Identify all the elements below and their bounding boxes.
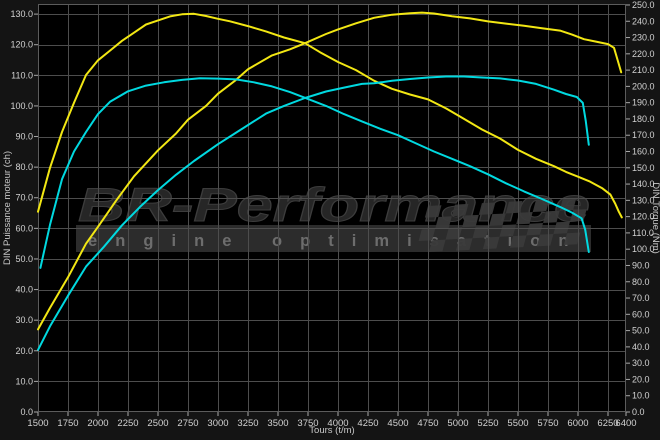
left-axis-title: DIN Puissance moteur (ch)	[2, 151, 13, 265]
left-axis-tick-label: 50.0	[15, 254, 33, 264]
x-axis-tick-label: 4750	[417, 418, 438, 429]
right-axis-tick-label: 150.0	[632, 163, 655, 173]
left-axis-tick-label: 100.0	[10, 101, 33, 111]
right-axis-tick-label: 30.0	[632, 358, 650, 368]
x-axis-tick-label: 2500	[147, 418, 168, 429]
dyno-chart: BR-Performanceengine optimisation0.010.0…	[0, 0, 660, 440]
x-axis-tick-label: 3250	[237, 418, 258, 429]
left-axis-tick-label: 30.0	[15, 315, 33, 325]
x-axis-tick-label: 2250	[117, 418, 138, 429]
x-axis-tick-label: 2750	[177, 418, 198, 429]
x-axis-tick-label: 5000	[447, 418, 468, 429]
dyno-chart-container: BR-Performanceengine optimisation0.010.0…	[0, 0, 660, 440]
left-axis-tick-label: 40.0	[15, 285, 33, 295]
right-axis-tick-label: 40.0	[632, 342, 650, 352]
right-axis-tick-label: 200.0	[632, 81, 655, 91]
left-axis-tick-label: 10.0	[15, 376, 33, 386]
right-axis-tick-label: 210.0	[632, 65, 655, 75]
x-axis-tick-label: 6000	[567, 418, 588, 429]
left-axis-tick-label: 0.0	[20, 407, 33, 417]
right-axis-tick-label: 240.0	[632, 16, 655, 26]
right-axis-tick-label: 230.0	[632, 33, 655, 43]
right-axis-title: DIN Torque (Nm)	[650, 182, 660, 254]
left-axis-tick-label: 60.0	[15, 223, 33, 233]
x-axis-tick-label: 1500	[27, 418, 48, 429]
right-axis-tick-label: 220.0	[632, 49, 655, 59]
left-axis-tick-label: 70.0	[15, 193, 33, 203]
right-axis-tick-label: 250.0	[632, 0, 655, 10]
right-axis-tick-label: 0.0	[632, 407, 645, 417]
x-axis-tick-label: 5250	[477, 418, 498, 429]
left-axis-tick-label: 110.0	[11, 70, 33, 80]
x-axis-tick-label: 4500	[387, 418, 408, 429]
x-axis-tick-label: 5750	[537, 418, 558, 429]
x-axis-tick-label: 6400	[615, 418, 636, 429]
x-axis-tick-label: 2000	[87, 418, 108, 429]
right-axis-tick-label: 80.0	[632, 277, 650, 287]
left-axis-tick-label: 130.0	[10, 9, 33, 19]
x-axis-title: Tours (t/m)	[309, 425, 354, 436]
x-axis-tick-label: 5500	[507, 418, 528, 429]
right-axis-tick-label: 50.0	[632, 326, 650, 336]
right-axis-tick-label: 60.0	[632, 309, 650, 319]
left-axis-tick-label: 120.0	[10, 40, 33, 50]
right-axis-tick-label: 10.0	[632, 391, 650, 401]
right-axis-tick-label: 180.0	[632, 114, 655, 124]
left-axis-tick-label: 20.0	[15, 346, 33, 356]
left-axis-tick-label: 80.0	[15, 162, 33, 172]
left-axis-tick-label: 90.0	[15, 132, 33, 142]
x-axis-tick-label: 3000	[207, 418, 228, 429]
right-axis-tick-label: 170.0	[632, 130, 655, 140]
right-axis-tick-label: 70.0	[632, 293, 650, 303]
x-axis-tick-label: 3500	[267, 418, 288, 429]
right-axis-tick-label: 160.0	[632, 147, 655, 157]
right-axis-tick-label: 20.0	[632, 374, 650, 384]
right-axis-tick-label: 90.0	[632, 260, 650, 270]
x-axis-tick-label: 1750	[57, 418, 78, 429]
right-axis-tick-label: 190.0	[632, 98, 655, 108]
x-axis-tick-label: 4250	[357, 418, 378, 429]
